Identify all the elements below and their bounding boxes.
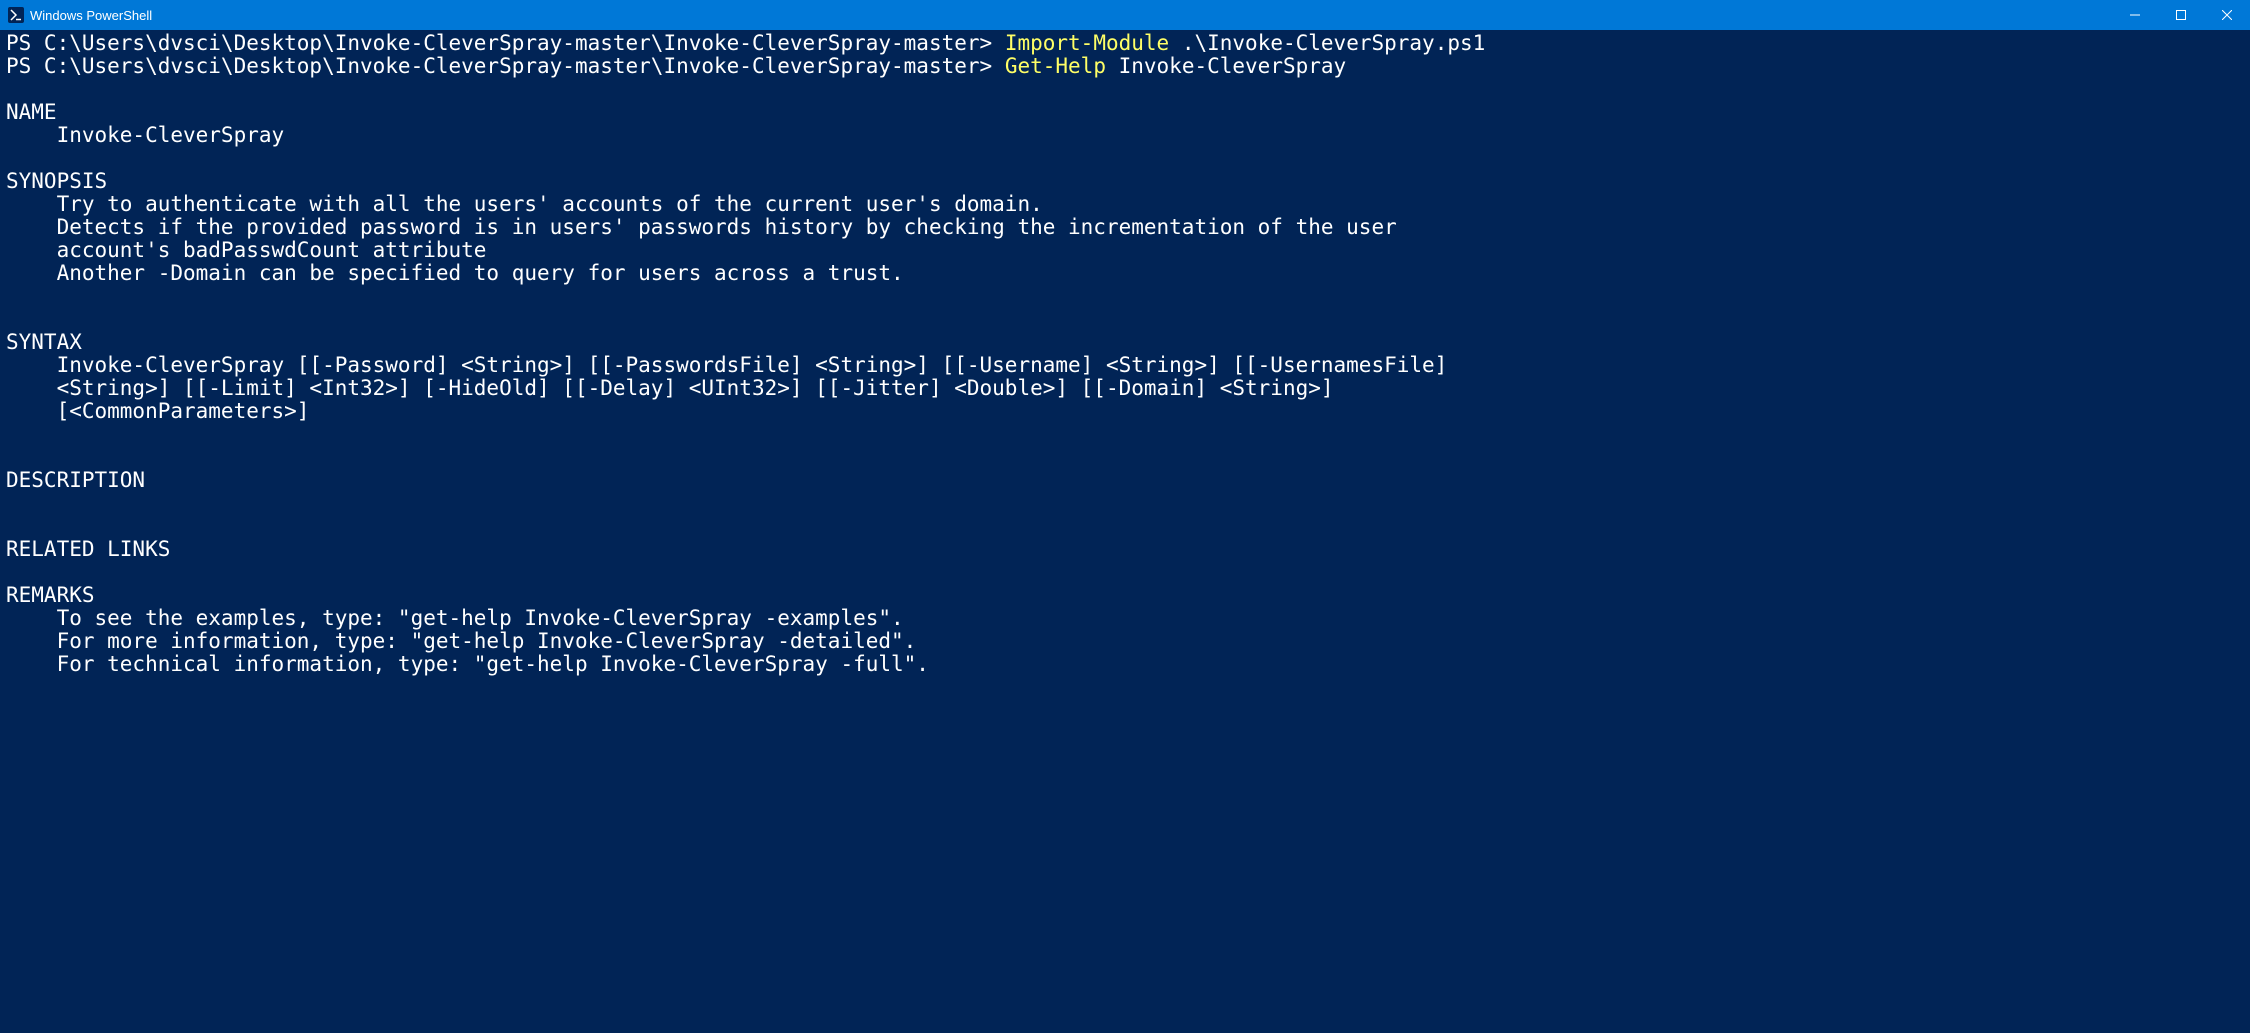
- synopsis-line-3: account's badPasswdCount attribute: [6, 238, 486, 262]
- section-synopsis-header: SYNOPSIS: [6, 169, 107, 193]
- section-related-links-header: RELATED LINKS: [6, 537, 170, 561]
- section-description-header: DESCRIPTION: [6, 468, 145, 492]
- synopsis-line-2: Detects if the provided password is in u…: [6, 215, 1397, 239]
- section-name-value: Invoke-CleverSpray: [6, 123, 284, 147]
- command-get-help: Get-Help: [1005, 54, 1106, 78]
- section-syntax-header: SYNTAX: [6, 330, 82, 354]
- section-name-header: NAME: [6, 100, 57, 124]
- command-import-module: Import-Module: [1005, 31, 1169, 55]
- powershell-icon: [8, 7, 24, 23]
- remarks-line-2: For more information, type: "get-help In…: [6, 629, 916, 653]
- minimize-button[interactable]: [2112, 0, 2158, 30]
- remarks-line-1: To see the examples, type: "get-help Inv…: [6, 606, 904, 630]
- syntax-line-2: <String>] [[-Limit] <Int32>] [-HideOld] …: [6, 376, 1334, 400]
- command-arg-2: Invoke-CleverSpray: [1106, 54, 1346, 78]
- section-remarks-header: REMARKS: [6, 583, 95, 607]
- syntax-line-1: Invoke-CleverSpray [[-Password] <String>…: [6, 353, 1447, 377]
- terminal-output[interactable]: PS C:\Users\dvsci\Desktop\Invoke-CleverS…: [0, 30, 2250, 1033]
- prompt-line-1: PS C:\Users\dvsci\Desktop\Invoke-CleverS…: [6, 31, 1005, 55]
- maximize-button[interactable]: [2158, 0, 2204, 30]
- syntax-line-3: [<CommonParameters>]: [6, 399, 309, 423]
- synopsis-line-4: Another -Domain can be specified to quer…: [6, 261, 904, 285]
- remarks-line-3: For technical information, type: "get-he…: [6, 652, 929, 676]
- close-button[interactable]: [2204, 0, 2250, 30]
- prompt-line-2: PS C:\Users\dvsci\Desktop\Invoke-CleverS…: [6, 54, 1005, 78]
- synopsis-line-1: Try to authenticate with all the users' …: [6, 192, 1043, 216]
- command-arg-1: .\Invoke-CleverSpray.ps1: [1169, 31, 1485, 55]
- powershell-window: Windows PowerShell PS C:\Users\dvsci\Des…: [0, 0, 2250, 1033]
- titlebar[interactable]: Windows PowerShell: [0, 0, 2250, 30]
- window-title: Windows PowerShell: [30, 8, 152, 23]
- window-controls: [2112, 0, 2250, 30]
